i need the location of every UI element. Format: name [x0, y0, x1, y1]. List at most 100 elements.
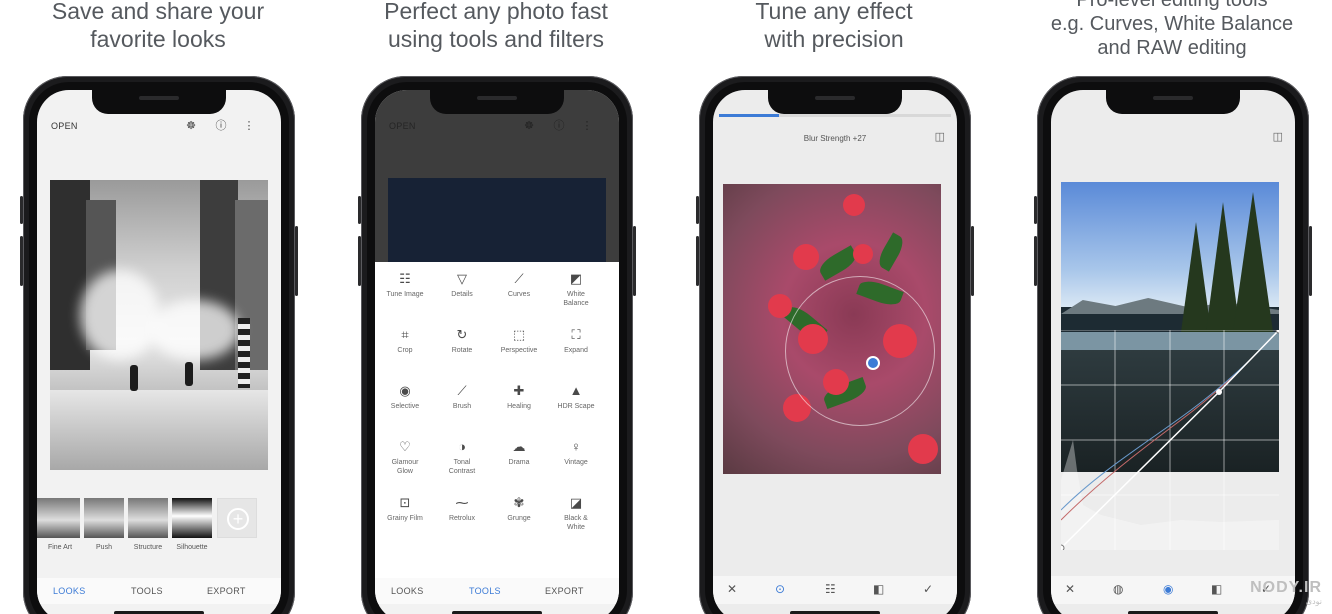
looks-filmstrip: + Fine Art Push Structure Silhouette — [37, 496, 281, 551]
info-icon[interactable]: ⓘ — [551, 118, 567, 134]
parameter-readout: Blur Strength +27 — [803, 134, 867, 143]
curves-icon: ⟋ — [514, 271, 524, 286]
tool-crop[interactable]: ⌗ Crop — [377, 326, 433, 355]
sliders-icon[interactable]: ☷ — [825, 582, 836, 596]
tool-label: Tune Image — [386, 291, 424, 298]
tool-brush[interactable]: ⟋ Brush — [434, 382, 490, 411]
caption-line: Tune any effect — [755, 0, 913, 24]
tool-expand[interactable]: ⛶ Expand — [548, 326, 604, 355]
tool-grunge[interactable]: ✾ Grunge — [491, 494, 547, 523]
curve-control-point[interactable] — [1061, 544, 1065, 550]
eye-icon[interactable]: ◉ — [1163, 582, 1173, 596]
open-button[interactable]: OPEN — [389, 121, 416, 131]
curves-editor[interactable] — [1061, 330, 1279, 550]
look-thumbnail[interactable] — [128, 498, 168, 538]
tab-export[interactable]: EXPORT — [545, 586, 584, 596]
more-vert-icon[interactable]: ⋮ — [241, 118, 257, 134]
phone-frame: OPEN ☸ ⓘ ⋮ + Fine Art Push Structure Sil… — [20, 76, 298, 614]
tool-details[interactable]: ▽ Details — [434, 270, 490, 299]
screenshot-panel-tools: Perfect any photo fast using tools and f… — [342, 0, 650, 614]
tool-white-balance[interactable]: ◩ White Balance — [548, 270, 604, 308]
caption-line: Perfect any photo fast — [384, 0, 608, 24]
tool-drama[interactable]: ☁ Drama — [491, 438, 547, 467]
tool-tune-image[interactable]: ☷ Tune Image — [377, 270, 433, 299]
tool-glamour-glow[interactable]: ♡ Glamour Glow — [377, 438, 433, 476]
details-icon: ▽ — [457, 271, 467, 286]
tool-hdr-scape[interactable]: ▲ HDR Scape — [548, 382, 604, 411]
close-icon[interactable]: ✕ — [727, 582, 737, 596]
tool-retrolux[interactable]: ⁓ Retrolux — [434, 494, 490, 523]
curve-control-point[interactable] — [1216, 389, 1222, 395]
panel-caption: Save and share your favorite looks — [4, 0, 312, 53]
watermark-text: NODY.IR — [1250, 579, 1322, 596]
caption-line: favorite looks — [90, 26, 226, 52]
compare-icon[interactable]: ◫ — [1273, 130, 1283, 143]
retrolux-icon: ⁓ — [455, 495, 469, 510]
look-thumbnail[interactable] — [172, 498, 212, 538]
target-icon[interactable]: ⊙ — [775, 582, 785, 596]
tool-label: Rotate — [451, 347, 473, 354]
panel-caption: Pro-level editing tools e.g. Curves, Whi… — [1018, 0, 1326, 60]
tool-black-white[interactable]: ◪ Black & White — [548, 494, 604, 532]
crop-icon: ⌗ — [401, 327, 409, 342]
add-look-button[interactable]: + — [217, 498, 257, 538]
tool-grainy-film[interactable]: ⊡ Grainy Film — [377, 494, 433, 523]
selection-radius[interactable] — [785, 276, 935, 426]
tool-rotate[interactable]: ↻ Rotate — [434, 326, 490, 355]
compare-icon[interactable]: ◫ — [935, 130, 945, 143]
screenshot-panel-precision: Tune any effect with precision Blur Stre… — [680, 0, 988, 614]
tools-menu: ☷ Tune Image ▽ Details ⟋ Curves ◩ White Bala… — [375, 262, 619, 578]
more-vert-icon[interactable]: ⋮ — [579, 118, 595, 134]
plus-icon: + — [227, 508, 249, 530]
tab-export[interactable]: EXPORT — [207, 586, 246, 596]
phone-frame: Blur Strength +27 ◫ ✕ ⊙ ☷ ◧ ✓ — [696, 76, 974, 614]
watermark-logo: NODY.IR نودی — [1250, 579, 1322, 606]
tab-looks[interactable]: LOOKS — [391, 586, 424, 596]
hdr-scape-icon: ▲ — [569, 383, 583, 398]
selective-icon: ◉ — [399, 383, 411, 398]
vintage-icon: ♀ — [571, 439, 581, 454]
caption-line: e.g. Curves, White Balance — [1050, 13, 1294, 35]
tool-label: HDR Scape — [557, 403, 595, 410]
caption-line: Pro-level editing tools — [1076, 0, 1268, 11]
phone-screen: OPEN ☸ ⓘ ⋮ + Fine Art Push Structure Sil… — [37, 90, 281, 614]
tool-label: Glamour Glow — [391, 459, 419, 475]
tab-tools[interactable]: TOOLS — [131, 586, 163, 596]
bottom-tab-bar: LOOKS TOOLS EXPORT — [37, 578, 281, 604]
tool-label: Drama — [508, 459, 530, 466]
top-bar: OPEN ☸ ⓘ ⋮ — [375, 118, 619, 138]
tool-vintage[interactable]: ♀ Vintage — [548, 438, 604, 467]
look-label: Push — [96, 544, 112, 551]
brush-icon: ⟋ — [457, 383, 467, 398]
caption-line: and RAW editing — [1097, 37, 1247, 59]
tool-tonal-contrast[interactable]: ◑ Tonal Contrast — [434, 438, 490, 476]
check-icon[interactable]: ✓ — [923, 582, 933, 596]
control-point[interactable] — [866, 356, 880, 370]
info-icon[interactable]: ⓘ — [213, 118, 229, 134]
screenshot-panel-looks: Save and share your favorite looks OPEN … — [4, 0, 312, 614]
lookup-icon[interactable]: ☸ — [521, 118, 537, 134]
tool-label: Healing — [507, 403, 531, 410]
tool-healing[interactable]: ✚ Healing — [491, 382, 547, 411]
tab-tools[interactable]: TOOLS — [469, 586, 501, 596]
lookup-icon[interactable]: ☸ — [183, 118, 199, 134]
contrast-icon[interactable]: ◍ — [1113, 582, 1123, 596]
bottom-tab-bar: LOOKS TOOLS EXPORT — [375, 578, 619, 604]
look-thumbnail[interactable] — [40, 498, 80, 538]
brush-style-icon[interactable]: ◧ — [873, 582, 884, 596]
tab-looks[interactable]: LOOKS — [53, 586, 86, 596]
edit-toolbar: ✕ ⊙ ☷ ◧ ✓ — [713, 576, 957, 604]
look-thumbnail[interactable] — [84, 498, 124, 538]
tool-label: Curves — [507, 291, 531, 298]
close-icon[interactable]: ✕ — [1065, 582, 1075, 596]
panel-caption: Tune any effect with precision — [680, 0, 988, 53]
brush-style-icon[interactable]: ◧ — [1211, 582, 1222, 596]
tool-selective[interactable]: ◉ Selective — [377, 382, 433, 411]
tool-curves[interactable]: ⟋ Curves — [491, 270, 547, 299]
screenshot-panel-pro-tools: Pro-level editing tools e.g. Curves, Whi… — [1018, 0, 1326, 614]
tool-label: Selective — [390, 403, 420, 410]
tool-label: White Balance — [563, 291, 589, 307]
tool-perspective[interactable]: ⬚ Perspective — [491, 326, 547, 355]
caption-line: Save and share your — [51, 0, 265, 24]
open-button[interactable]: OPEN — [51, 121, 78, 131]
